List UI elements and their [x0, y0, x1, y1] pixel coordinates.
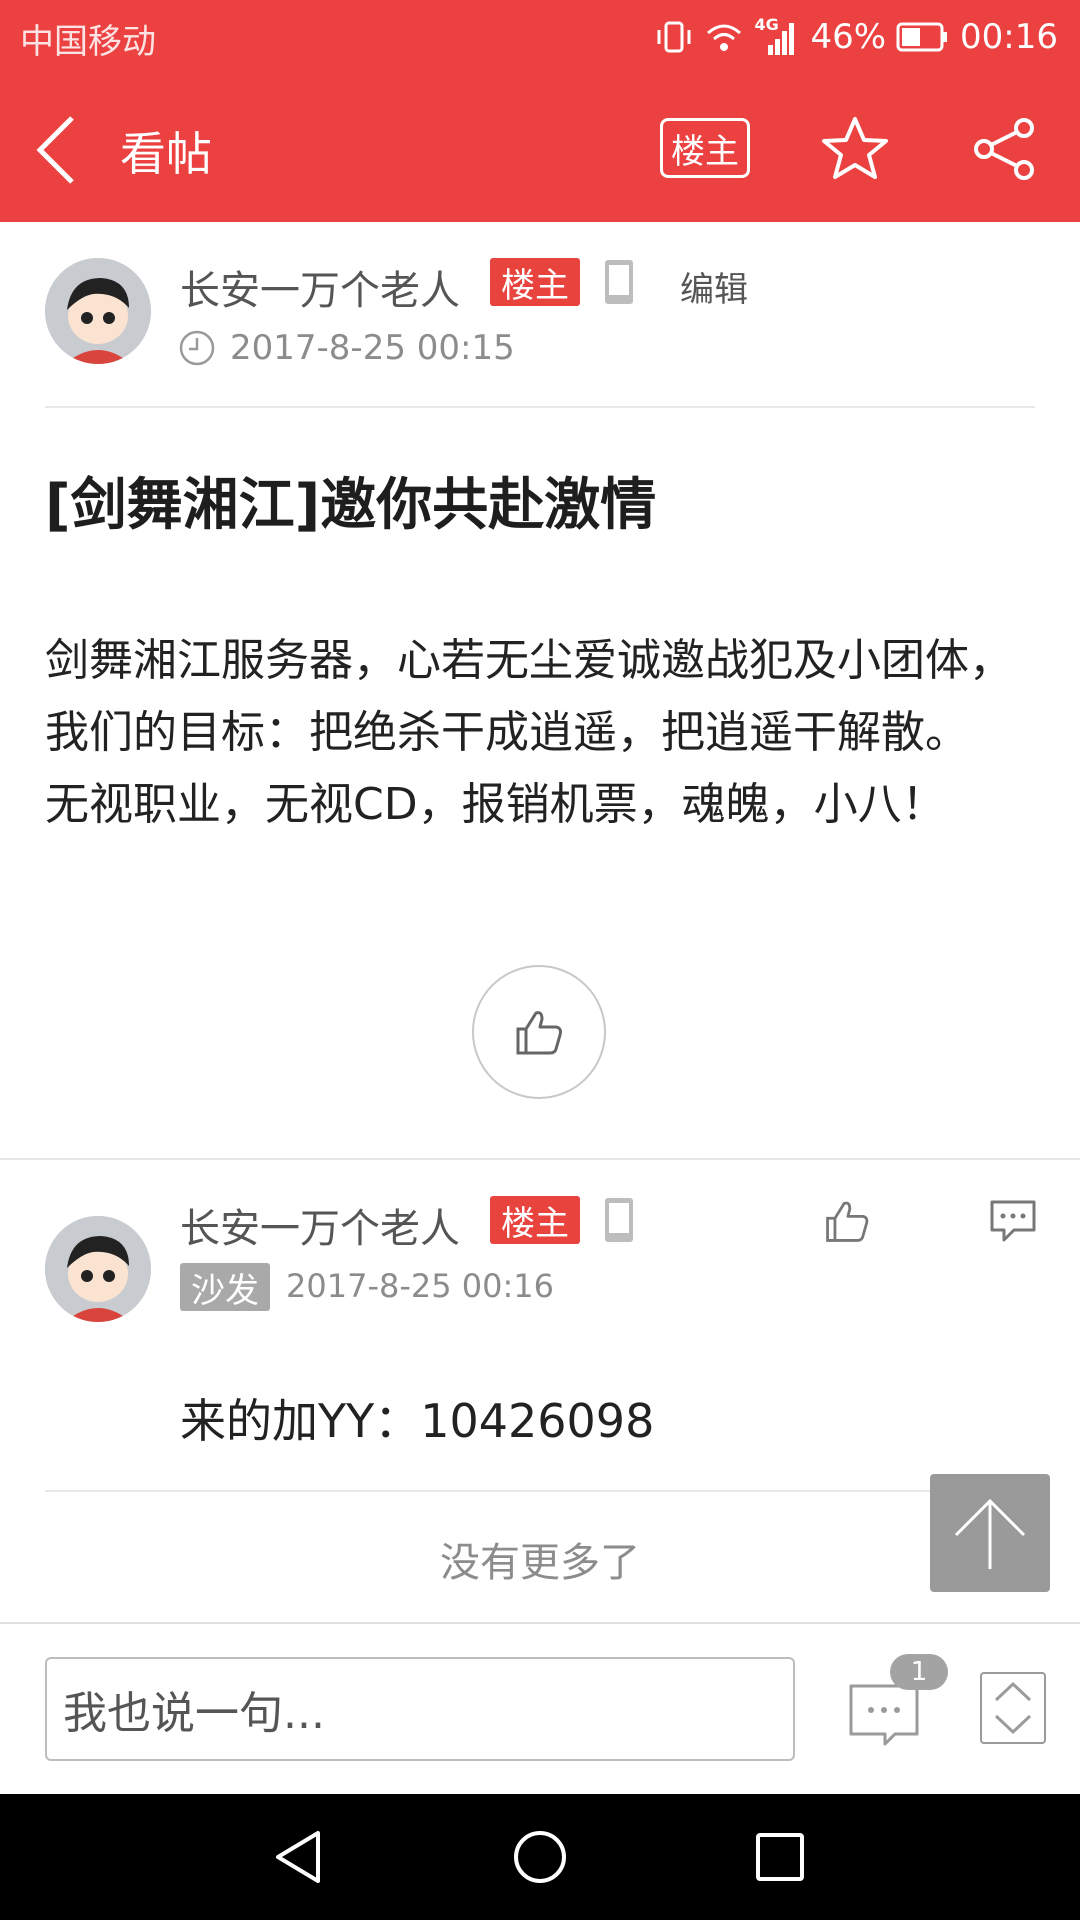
nav-home-button[interactable] — [510, 1827, 570, 1887]
back-button[interactable] — [30, 106, 90, 190]
app-header: 中国移动 4G 46% 00:16 看帖 楼主 — [0, 0, 1080, 222]
op-badge: 楼主 — [490, 258, 580, 306]
divider — [45, 406, 1035, 408]
status-bar: 中国移动 4G 46% 00:16 — [0, 0, 1080, 74]
post-body-paragraph: 无视职业，无视CD，报销机票，魂魄，小八！ — [45, 779, 946, 830]
phone-icon — [605, 260, 633, 304]
thumbs-up-icon — [826, 1201, 869, 1242]
chevron-up-down-icon — [994, 1681, 1032, 1735]
reply-op-badge: 楼主 — [490, 1196, 580, 1244]
battery-percent: 46% — [810, 17, 887, 57]
share-icon — [974, 118, 1034, 180]
signal-icon: 4G — [754, 15, 800, 57]
system-nav-bar — [0, 1794, 1080, 1920]
wifi-icon — [707, 24, 742, 51]
reply-timestamp: 2017-8-25 00:16 — [286, 1267, 554, 1305]
post-body-paragraph: 剑舞湘江服务器，心若无尘爱诚邀战犯及小团体，我们的目标：把绝杀干成逍遥，把逍遥干… — [45, 635, 1013, 758]
circle-home-icon — [514, 1831, 566, 1883]
nav-recents-button[interactable] — [750, 1827, 810, 1887]
nav-back-button[interactable] — [270, 1827, 330, 1887]
star-icon — [822, 117, 888, 179]
reply-content: 来的加YY：10426098 — [180, 1394, 655, 1448]
back-icon — [36, 116, 74, 184]
post-author-name[interactable]: 长安一万个老人 — [180, 258, 460, 316]
carrier-name: 中国移动 — [20, 22, 156, 62]
author-avatar[interactable] — [45, 258, 151, 364]
jump-floor-button[interactable] — [980, 1672, 1046, 1744]
reply-author-name[interactable]: 长安一万个老人 — [180, 1196, 460, 1254]
phone-icon — [605, 1198, 633, 1242]
scroll-to-top-button[interactable] — [930, 1474, 1050, 1592]
square-recents-icon — [756, 1833, 804, 1881]
status-indicators: 4G 46% 00:16 — [654, 12, 1058, 62]
reply-author-avatar[interactable] — [45, 1216, 151, 1322]
clock: 00:16 — [960, 17, 1058, 57]
comment-count-badge: 1 — [890, 1654, 948, 1690]
post-title: [剑舞湘江]邀你共赴激情 — [45, 473, 657, 538]
post-time: 2017-8-25 00:15 — [178, 328, 515, 368]
only-op-button[interactable]: 楼主 — [660, 118, 750, 178]
reply-bar: 我也说一句... 1 — [0, 1622, 1080, 1794]
reply-like-button[interactable] — [822, 1196, 872, 1246]
post-timestamp: 2017-8-25 00:15 — [230, 328, 515, 368]
triangle-back-icon — [276, 1831, 320, 1883]
share-button[interactable] — [970, 114, 1040, 184]
reply-comment-button[interactable] — [988, 1198, 1038, 1244]
edit-button[interactable]: 编辑 — [680, 262, 748, 311]
page-title: 看帖 — [120, 127, 212, 181]
end-of-list-note: 没有更多了 — [440, 1540, 640, 1586]
clock-icon — [179, 330, 215, 366]
floor-badge: 沙发 — [180, 1263, 270, 1311]
section-divider — [0, 1158, 1080, 1160]
comment-icon — [990, 1200, 1036, 1242]
vibrate-icon — [657, 21, 691, 53]
divider — [45, 1490, 1035, 1492]
thumbs-up-icon — [516, 1011, 562, 1055]
arrow-up-icon — [954, 1498, 1026, 1569]
post-like-button[interactable] — [472, 965, 606, 1099]
comment-input[interactable]: 我也说一句... — [45, 1657, 795, 1761]
title-bar: 看帖 楼主 — [0, 74, 1080, 222]
post-body: 剑舞湘江服务器，心若无尘爱诚邀战犯及小团体，我们的目标：把绝杀干成逍遥，把逍遥干… — [45, 625, 1035, 841]
battery-icon — [896, 22, 948, 52]
favorite-button[interactable] — [820, 114, 890, 184]
